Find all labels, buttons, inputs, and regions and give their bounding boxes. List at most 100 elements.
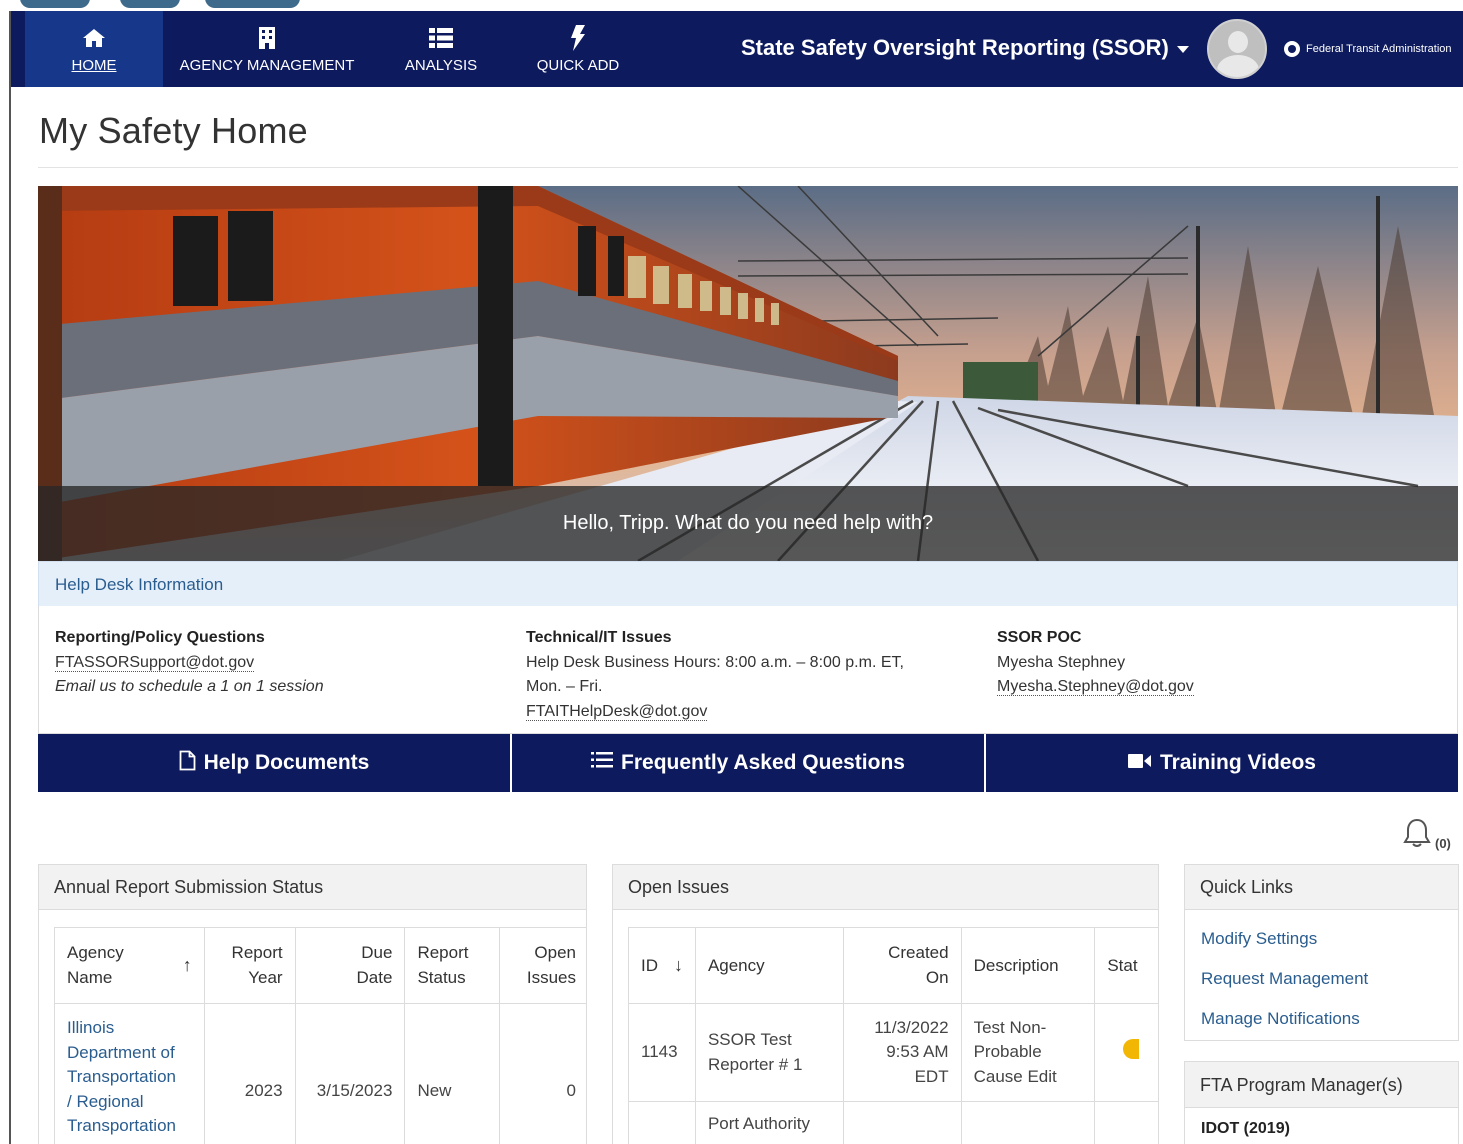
technical-days: Mon. – Fri. xyxy=(526,678,603,695)
nav-analysis[interactable]: ANALYSIS xyxy=(389,11,493,87)
list-icon xyxy=(428,25,454,51)
helpdesk-poc: SSOR POC Myesha Stephney Myesha.Stephney… xyxy=(997,626,1194,700)
col-due-date[interactable]: Due Date xyxy=(294,927,406,1004)
nav-home-label: HOME xyxy=(71,56,117,74)
help-documents-label: Help Documents xyxy=(203,751,370,774)
top-navbar: HOME AGENCY MANAGEMENT ANALYSIS QUICK AD… xyxy=(11,11,1463,87)
hero-greeting: Hello, Tripp. What do you need help with… xyxy=(562,512,934,534)
reporting-heading: Reporting/Policy Questions xyxy=(55,629,265,646)
hero-greeting-bar: Hello, Tripp. What do you need help with… xyxy=(38,486,1458,561)
issue-status-cell xyxy=(1094,1101,1158,1144)
program-manager-entry: IDOT (2019) xyxy=(1201,1120,1290,1137)
col-description[interactable]: Description xyxy=(960,927,1096,1004)
faq-label: Frequently Asked Questions xyxy=(621,751,905,774)
program-manager-title: FTA Program Manager(s) xyxy=(1185,1062,1458,1108)
nav-home[interactable]: HOME xyxy=(25,11,163,87)
open-issues-table: ID ↓ Agency Created On Description Stat 1… xyxy=(628,927,1158,1144)
annual-report-title: Annual Report Submission Status xyxy=(39,865,586,910)
col-status[interactable]: Stat xyxy=(1094,927,1158,1004)
issue-created-cell xyxy=(842,1101,962,1144)
nav-agency-management-label: AGENCY MANAGEMENT xyxy=(179,56,355,74)
issue-id-cell[interactable] xyxy=(628,1101,696,1144)
caret-down-icon xyxy=(1176,46,1189,53)
hero-banner: Hello, Tripp. What do you need help with… xyxy=(38,186,1458,561)
building-icon xyxy=(257,25,277,51)
nav-agency-management[interactable]: AGENCY MANAGEMENT xyxy=(171,11,363,87)
fta-logo-icon xyxy=(1284,41,1300,57)
agency-name-cell[interactable]: Illinois Department of Transportation / … xyxy=(54,1003,205,1144)
notification-count: (0) xyxy=(1435,836,1451,851)
help-documents-button[interactable]: Help Documents xyxy=(38,734,512,792)
annual-report-panel: Annual Report Submission Status Agency Na… xyxy=(38,864,587,1144)
col-agency[interactable]: Agency xyxy=(694,927,844,1004)
document-icon xyxy=(179,750,196,777)
bell-icon xyxy=(1403,818,1431,851)
helpdesk-header: Help Desk Information xyxy=(38,561,1458,606)
issue-agency-cell: Port Authority xyxy=(694,1101,844,1144)
program-manager-panel: FTA Program Manager(s) IDOT (2019) xyxy=(1184,1061,1459,1144)
training-videos-button[interactable]: Training Videos xyxy=(986,734,1458,792)
quick-link-modify-settings[interactable]: Modify Settings xyxy=(1185,919,1458,959)
status-indicator-icon xyxy=(1123,1038,1140,1059)
issue-id-cell[interactable]: 1143 xyxy=(628,1003,696,1102)
quick-links-panel: Quick Links Modify Settings Request Mana… xyxy=(1184,864,1459,1041)
poc-email-link[interactable]: Myesha.Stephney@dot.gov xyxy=(997,678,1194,696)
helpdesk-technical: Technical/IT Issues Help Desk Business H… xyxy=(526,626,904,724)
quick-link-request-management[interactable]: Request Management xyxy=(1185,959,1458,999)
issue-created-cell: 11/3/2022 9:53 AM EDT xyxy=(842,1003,962,1102)
notifications-bell[interactable]: (0) xyxy=(1403,818,1451,851)
issue-agency-cell: SSOR Test Reporter # 1 xyxy=(694,1003,844,1102)
helpdesk-reporting: Reporting/Policy Questions FTASSORSuppor… xyxy=(55,626,324,700)
report-status-cell: New xyxy=(404,1003,501,1144)
nav-analysis-label: ANALYSIS xyxy=(404,56,478,74)
user-avatar[interactable] xyxy=(1207,19,1267,79)
helpdesk-panel: Reporting/Policy Questions FTASSORSuppor… xyxy=(38,606,1458,734)
issue-description-cell xyxy=(960,1101,1096,1144)
window-left-border xyxy=(0,11,11,1144)
reporting-email-link[interactable]: FTASSORSupport@dot.gov xyxy=(55,653,255,672)
poc-name: Myesha Stephney xyxy=(997,653,1126,671)
annual-report-table: Agency Name ↑ Report Year Due Date Report St… xyxy=(54,927,586,1144)
technical-hours: Help Desk Business Hours: 8:00 a.m. – 8:… xyxy=(526,653,904,671)
report-year-cell: 2023 xyxy=(203,1003,296,1144)
sort-desc-icon: ↓ xyxy=(673,955,683,975)
table-row[interactable]: Illinois Department of Transportation / … xyxy=(54,1003,586,1144)
app-title: State Safety Oversight Reporting (SSOR) xyxy=(741,35,1169,60)
nav-quick-add[interactable]: QUICK ADD xyxy=(525,11,631,87)
video-camera-icon xyxy=(1128,751,1152,775)
bolt-icon xyxy=(570,24,586,51)
open-issues-title: Open Issues xyxy=(613,865,1158,910)
col-open-issues[interactable]: Open Issues xyxy=(499,927,586,1004)
col-created-on[interactable]: Created On xyxy=(842,927,962,1004)
title-divider xyxy=(38,167,1458,168)
org-badge: Federal Transit Administration xyxy=(1284,41,1452,57)
table-row[interactable]: 1143 SSOR Test Reporter # 1 11/3/2022 9:… xyxy=(628,1003,1158,1102)
resource-button-bar: Help Documents Frequently Asked Question… xyxy=(38,734,1458,792)
open-issues-cell: 0 xyxy=(499,1003,586,1144)
list-icon xyxy=(591,751,614,775)
issue-description-cell: Test Non- Probable Cause Edit xyxy=(960,1003,1096,1102)
issue-status-cell xyxy=(1094,1003,1158,1102)
due-date-cell: 3/15/2023 xyxy=(294,1003,406,1144)
faq-button[interactable]: Frequently Asked Questions xyxy=(512,734,986,792)
technical-email-link[interactable]: FTAITHelpDesk@dot.gov xyxy=(526,702,708,721)
technical-heading: Technical/IT Issues xyxy=(526,629,672,646)
reporting-note: Email us to schedule a 1 on 1 session xyxy=(55,678,324,695)
app-title-dropdown[interactable]: State Safety Oversight Reporting (SSOR) xyxy=(741,35,1189,61)
home-icon xyxy=(82,25,106,51)
quick-links-title: Quick Links xyxy=(1185,865,1458,910)
sort-asc-icon: ↑ xyxy=(182,955,192,975)
open-issues-panel: Open Issues ID ↓ Agency Created On Descri… xyxy=(612,864,1159,1144)
page-title: My Safety Home xyxy=(39,110,308,151)
quick-link-manage-notifications[interactable]: Manage Notifications xyxy=(1185,999,1458,1039)
poc-heading: SSOR POC xyxy=(997,629,1082,646)
nav-quick-add-label: QUICK ADD xyxy=(536,56,620,74)
training-videos-label: Training Videos xyxy=(1160,751,1316,774)
col-agency-name[interactable]: Agency Name ↑ xyxy=(54,927,205,1004)
org-name: Federal Transit Administration xyxy=(1306,43,1452,55)
col-report-status[interactable]: Report Status xyxy=(404,927,501,1004)
col-id[interactable]: ID ↓ xyxy=(628,927,696,1004)
col-report-year[interactable]: Report Year xyxy=(203,927,296,1004)
top-decorative-strip xyxy=(0,0,1463,11)
table-row[interactable]: Port Authority xyxy=(628,1101,1158,1144)
